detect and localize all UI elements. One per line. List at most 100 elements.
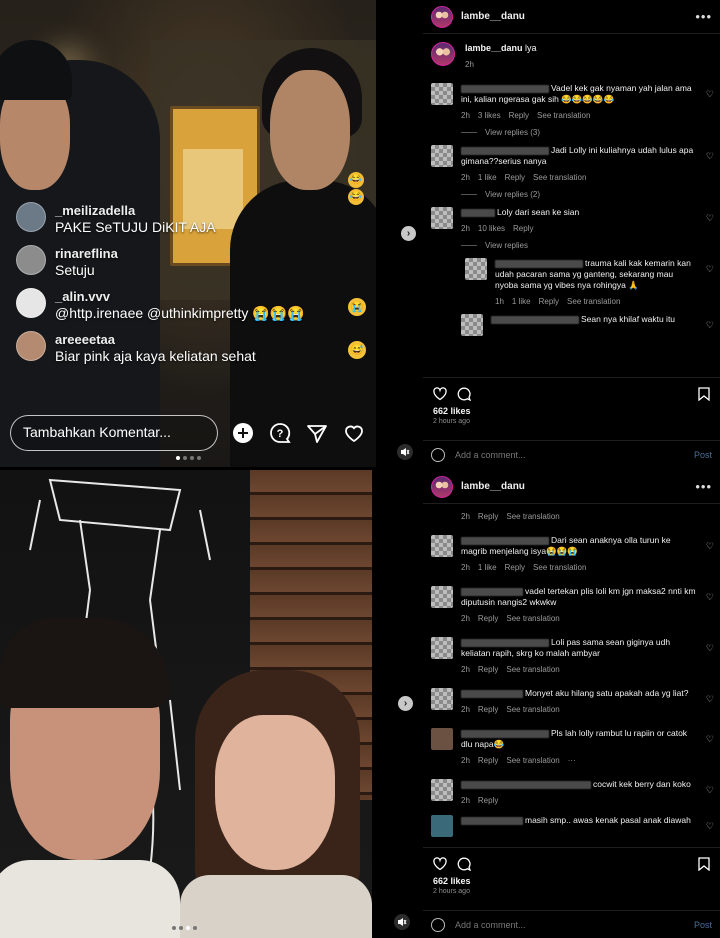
see-translation-link[interactable]: See translation	[533, 173, 586, 182]
comment-icon[interactable]	[457, 857, 472, 876]
account-username[interactable]: lambe__danu	[461, 481, 525, 492]
video-bottom[interactable]	[0, 470, 372, 938]
more-options-icon[interactable]: ···	[568, 756, 576, 765]
person-right-face	[215, 715, 335, 870]
commenter-avatar[interactable]	[431, 779, 453, 801]
comment-icon[interactable]	[457, 387, 472, 406]
comment-likes[interactable]: 1 like	[478, 173, 497, 182]
like-comment-icon[interactable]: ♡	[706, 213, 714, 224]
reply-button[interactable]: Reply	[478, 705, 498, 714]
commenter-avatar[interactable]	[461, 314, 483, 336]
commenter-avatar[interactable]	[431, 145, 453, 167]
commenter-avatar[interactable]	[16, 331, 46, 361]
like-comment-icon[interactable]: ♡	[706, 821, 714, 832]
commenter-avatar[interactable]	[431, 637, 453, 659]
post-button[interactable]: Post	[694, 920, 712, 930]
carousel-next-icon[interactable]: ›	[401, 226, 416, 241]
emoji-icon[interactable]	[431, 447, 445, 462]
account-avatar[interactable]	[431, 475, 453, 498]
like-comment-icon[interactable]: ♡	[706, 785, 714, 796]
commenter-avatar[interactable]	[431, 83, 453, 105]
live-comment-user[interactable]: _alin.vvv	[55, 288, 305, 305]
commenter-avatar[interactable]	[16, 245, 46, 275]
comment-time: 2h	[461, 173, 470, 182]
live-comment-user[interactable]: areeeetaa	[55, 331, 256, 348]
like-comment-icon[interactable]: ♡	[706, 151, 714, 162]
reply-button[interactable]: Reply	[539, 297, 559, 306]
like-comment-icon[interactable]: ♡	[706, 734, 714, 745]
live-video-top[interactable]: 😂 😂 _meilizadella PAKE SeTUJU DiKIT AJA …	[0, 0, 376, 467]
caption-avatar[interactable]	[431, 42, 455, 66]
send-icon[interactable]	[305, 421, 329, 445]
live-comment-user[interactable]: rinareflina	[55, 245, 118, 262]
reply-button[interactable]: Reply	[478, 756, 498, 765]
see-translation-link[interactable]: See translation	[506, 614, 559, 623]
see-translation-link[interactable]: See translation	[506, 512, 559, 521]
heart-icon[interactable]	[342, 421, 366, 445]
like-comment-icon[interactable]: ♡	[706, 89, 714, 100]
see-translation-link[interactable]: See translation	[567, 297, 620, 306]
live-comment-user[interactable]: _meilizadella	[55, 202, 216, 219]
bookmark-icon[interactable]	[698, 856, 710, 876]
reply-button[interactable]: Reply	[509, 111, 529, 120]
commenter-avatar[interactable]	[431, 535, 453, 557]
commenter-avatar[interactable]	[465, 258, 487, 280]
see-translation-link[interactable]: See translation	[506, 665, 559, 674]
like-post-icon[interactable]	[433, 386, 447, 406]
reply-button[interactable]: Reply	[513, 224, 533, 233]
comment-likes[interactable]: 1 like	[512, 297, 531, 306]
bookmark-icon[interactable]	[698, 386, 710, 406]
reply-button[interactable]: Reply	[478, 796, 498, 805]
question-icon[interactable]: ?	[268, 421, 292, 445]
post-likes[interactable]: 662 likes	[423, 876, 720, 886]
see-translation-link[interactable]: See translation	[537, 111, 590, 120]
comment-likes[interactable]: 10 likes	[478, 224, 505, 233]
like-comment-icon[interactable]: ♡	[706, 320, 714, 331]
add-comment-input[interactable]: Add a comment...	[455, 920, 694, 930]
emoji-icon[interactable]	[431, 917, 445, 932]
comment-time: 1h	[495, 297, 504, 306]
post-button[interactable]: Post	[694, 450, 712, 460]
more-options-icon[interactable]: •••	[695, 9, 712, 24]
commenter-avatar[interactable]	[431, 586, 453, 608]
view-replies-link[interactable]: View replies (2)	[461, 190, 720, 199]
caption-user[interactable]: lambe__danu	[465, 43, 523, 53]
account-username[interactable]: lambe__danu	[461, 11, 525, 22]
commenter-avatar[interactable]	[16, 288, 46, 318]
comment-likes[interactable]: 1 like	[478, 563, 497, 572]
add-icon[interactable]	[231, 421, 255, 445]
like-comment-icon[interactable]: ♡	[706, 592, 714, 603]
mute-icon[interactable]	[397, 444, 413, 460]
view-replies-link[interactable]: View replies	[461, 241, 720, 250]
like-comment-icon[interactable]: ♡	[706, 643, 714, 654]
add-comment-input[interactable]: Add a comment...	[455, 450, 694, 460]
reply-button[interactable]: Reply	[478, 665, 498, 674]
see-translation-link[interactable]: See translation	[506, 756, 559, 765]
view-replies-link[interactable]: View replies (3)	[461, 128, 720, 137]
comment-likes[interactable]: 3 likes	[478, 111, 501, 120]
comment-time: 2h	[461, 111, 470, 120]
carousel-next-icon[interactable]: ›	[398, 696, 413, 711]
more-options-icon[interactable]: •••	[695, 479, 712, 494]
account-avatar[interactable]	[431, 5, 453, 28]
reply-button[interactable]: Reply	[505, 563, 525, 572]
mute-icon[interactable]	[394, 914, 410, 930]
post-likes[interactable]: 662 likes	[423, 406, 720, 416]
see-translation-link[interactable]: See translation	[533, 563, 586, 572]
commenter-avatar[interactable]	[431, 207, 453, 229]
live-comment-input[interactable]: Tambahkan Komentar...	[10, 415, 218, 451]
like-comment-icon[interactable]: ♡	[706, 541, 714, 552]
like-comment-icon[interactable]: ♡	[706, 264, 714, 275]
commenter-avatar[interactable]	[431, 815, 453, 837]
see-translation-link[interactable]: See translation	[506, 705, 559, 714]
caption-time: 2h	[465, 60, 474, 69]
reply-button[interactable]: Reply	[478, 512, 498, 521]
like-post-icon[interactable]	[433, 856, 447, 876]
reply-button[interactable]: Reply	[478, 614, 498, 623]
commenter-avatar[interactable]	[431, 688, 453, 710]
reply-button[interactable]: Reply	[505, 173, 525, 182]
commenter-avatar[interactable]	[16, 202, 46, 232]
like-comment-icon[interactable]: ♡	[706, 694, 714, 705]
commenter-avatar[interactable]	[431, 728, 453, 750]
comment-text: masih smp.. awas kenak pasal anak diawah	[525, 815, 691, 825]
